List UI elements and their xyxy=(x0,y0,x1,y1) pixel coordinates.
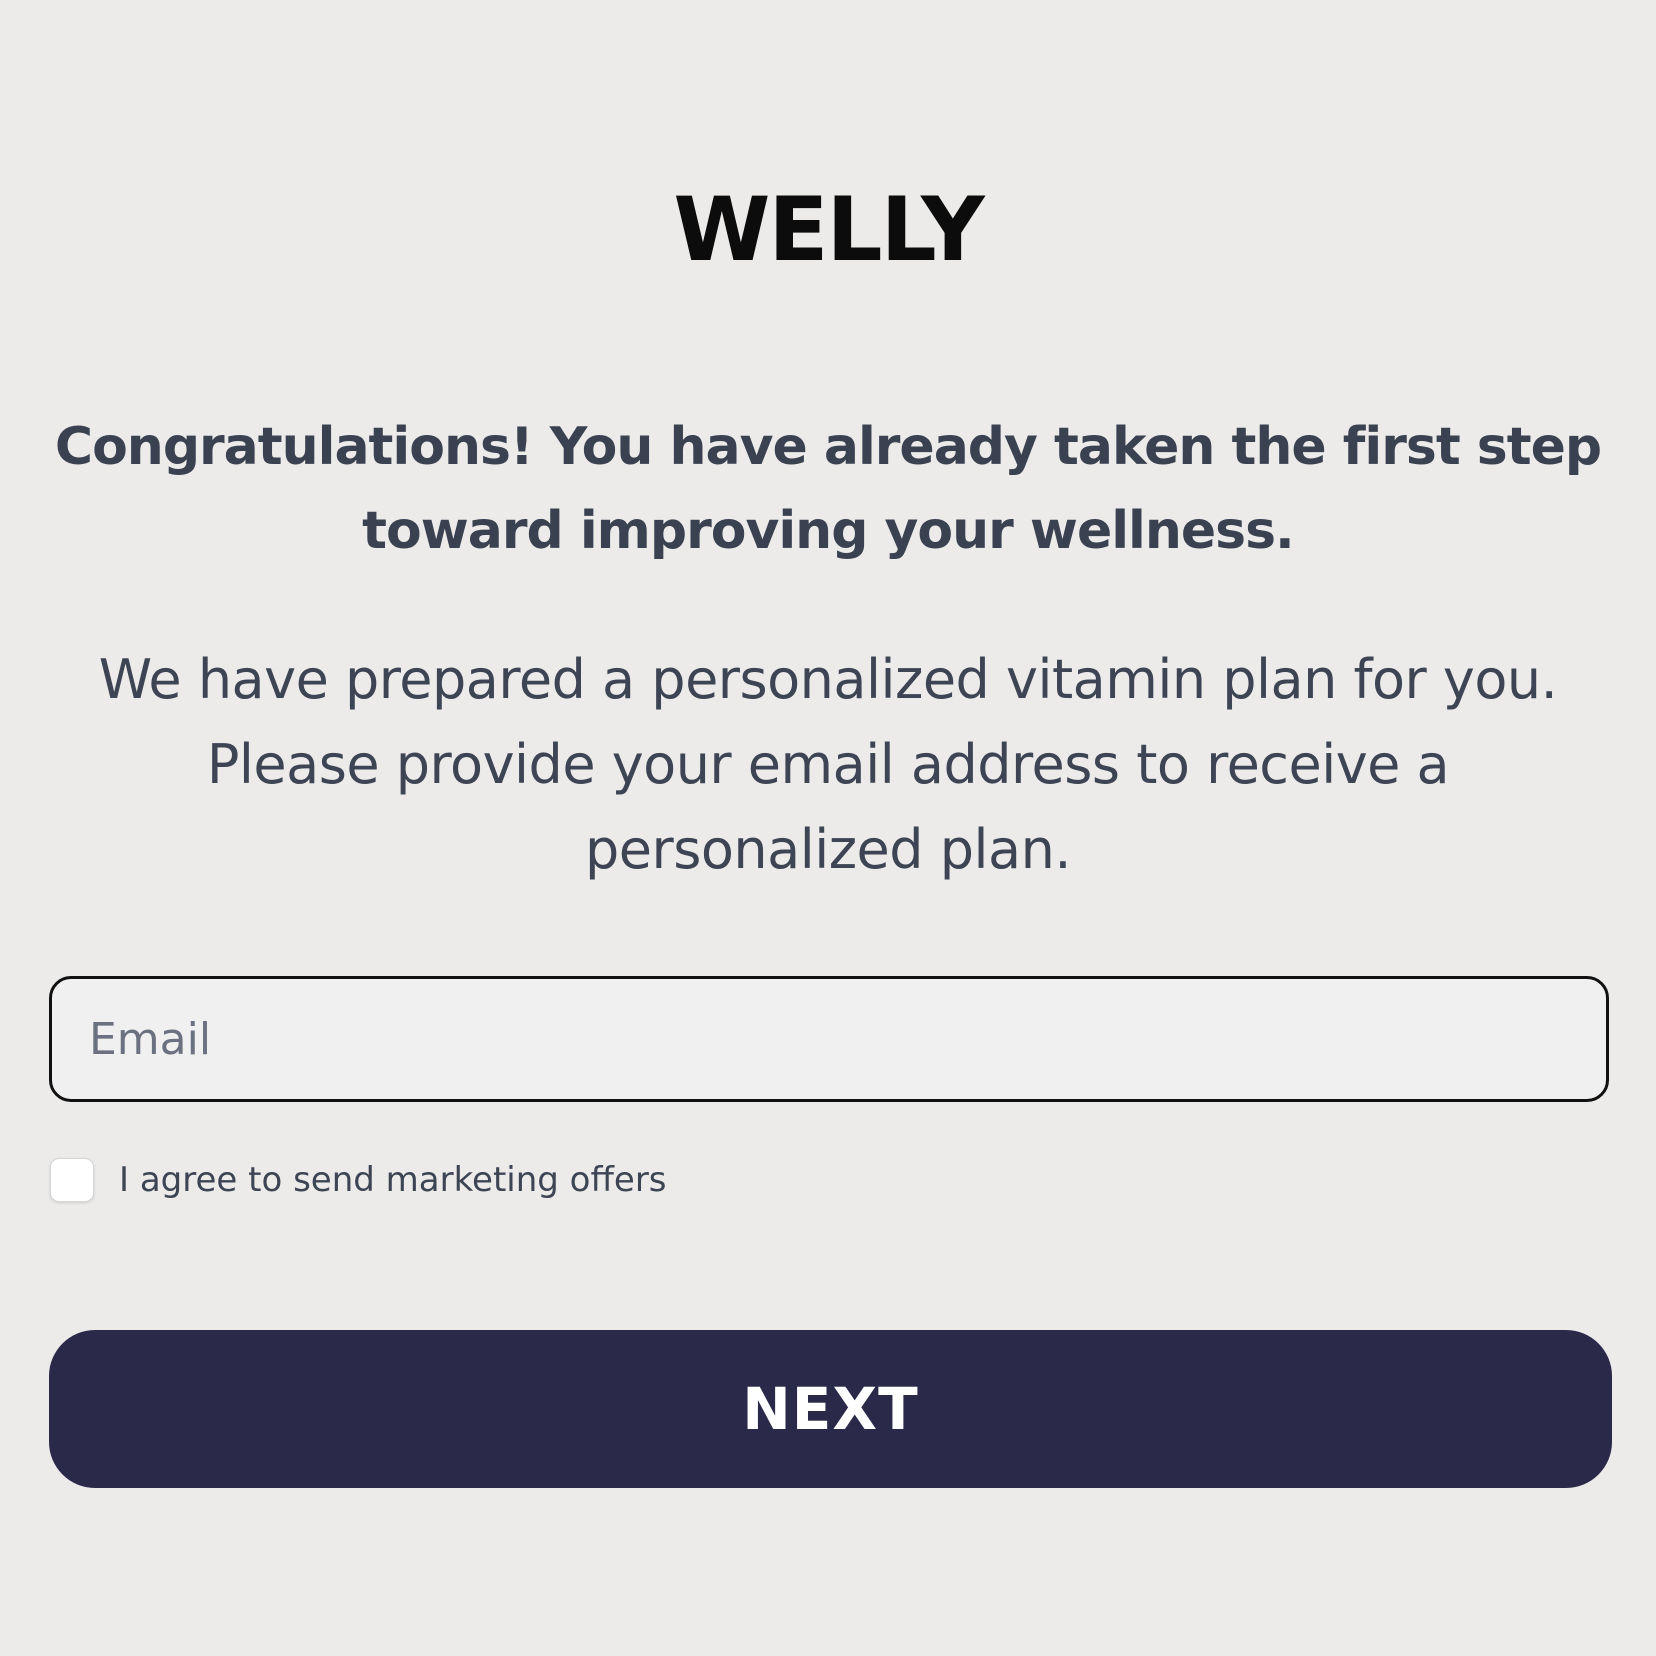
marketing-consent-label[interactable]: I agree to send marketing offers xyxy=(119,1160,667,1200)
email-field-container xyxy=(49,976,1609,1102)
plan-description: We have prepared a personalized vitamin … xyxy=(98,648,1558,881)
brand-logo: WELLY xyxy=(673,178,984,281)
marketing-consent-row: I agree to send marketing offers xyxy=(50,1156,667,1204)
next-button[interactable]: NEXT xyxy=(49,1330,1612,1488)
congratulations-headline: Congratulations! You have already taken … xyxy=(54,417,1602,561)
marketing-consent-checkbox[interactable] xyxy=(50,1158,94,1202)
email-input[interactable] xyxy=(52,979,1606,1099)
